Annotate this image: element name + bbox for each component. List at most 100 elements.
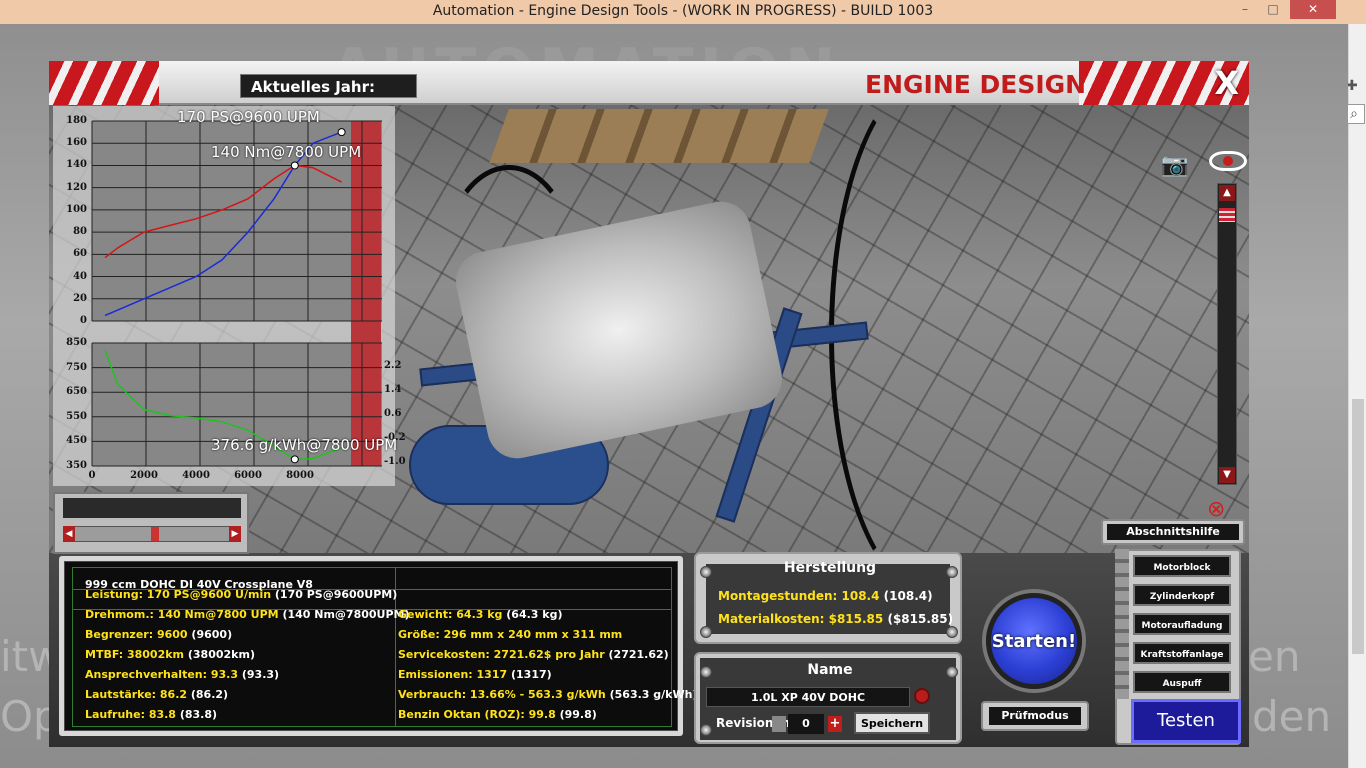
stat-prev-value: (1317) — [510, 668, 552, 681]
stat-row-left: Leistung: 170 PS@9600 U/min (170 PS@9600… — [85, 588, 397, 601]
window-titlebar: Automation - Engine Design Tools - (WORK… — [0, 0, 1366, 24]
x-tick-label: 4000 — [182, 470, 210, 481]
wooden-pallet — [489, 109, 829, 163]
series-line — [104, 164, 342, 259]
engine-name-input[interactable]: 1.0L XP 40V DOHC — [706, 687, 910, 707]
stat-row-right: Emissionen: 1317 (1317) — [398, 668, 552, 681]
montagestunden-prev: (108.4) — [883, 589, 933, 603]
stat-prev-value: (2721.62) — [608, 648, 669, 661]
stat-prev-value: (9600) — [191, 628, 233, 641]
stat-prev-value: (170 PS@9600UPM) — [274, 588, 398, 601]
y-tick-label: 850 — [66, 337, 87, 348]
slider-knob[interactable] — [151, 527, 159, 541]
screw-icon — [946, 666, 958, 678]
stat-label: Begrenzer: 9600 — [85, 628, 188, 641]
revision-minus-button[interactable] — [772, 716, 786, 732]
y2-tick-label: 0.6 — [384, 408, 402, 419]
current-year-label: Aktuelles Jahr: 2013 — [240, 74, 417, 120]
y2-tick-label: -1.0 — [384, 456, 406, 467]
stat-label: Drehmom.: 140 Nm@7800 UPM — [85, 608, 279, 621]
y-tick-label: 40 — [73, 270, 87, 282]
camera-icon[interactable]: 📷 — [1161, 153, 1188, 178]
stat-row-right: Benzin Oktan (ROZ): 99.8 (99.8) — [398, 708, 597, 721]
y-tick-label: 0 — [80, 315, 87, 326]
testen-button[interactable]: Testen — [1131, 699, 1241, 743]
stats-screen: 999 ccm DOHC DI 40V Crossplane V8 Leistu… — [64, 561, 697, 731]
y-tick-label: 80 — [73, 226, 87, 238]
window-close-button[interactable]: ✕ — [1290, 0, 1336, 19]
y-tick-label: 550 — [66, 410, 87, 422]
zoom-thumb[interactable] — [1219, 208, 1235, 222]
stat-row-left: MTBF: 38002km (38002km) — [85, 648, 255, 661]
minimize-button[interactable]: – — [1232, 0, 1258, 19]
pruefmodus-label: Prüfmodus — [989, 707, 1081, 725]
x-tick-label: 6000 — [234, 470, 262, 481]
montagestunden-label: Montagestunden: 108.4 — [718, 589, 880, 603]
maximize-button[interactable]: □ — [1260, 0, 1286, 19]
stat-label: Lautstärke: 86.2 — [85, 688, 188, 701]
stat-row-right: Verbrauch: 13.66% - 563.3 g/kWh (563.3 g… — [398, 688, 697, 701]
stat-label: Laufruhe: 83.8 — [85, 708, 176, 721]
y-tick-label: 120 — [66, 181, 87, 193]
screw-icon — [700, 724, 712, 736]
materialkosten-row: Materialkosten: $815.85 ($815.85) — [718, 612, 953, 626]
y-tick-label: 60 — [73, 248, 87, 260]
zoom-up-button[interactable]: ▲ — [1219, 185, 1235, 201]
eye-icon[interactable] — [1209, 151, 1247, 171]
start-button[interactable]: Starten! — [986, 593, 1082, 689]
stat-label: Verbrauch: 13.66% - 563.3 g/kWh — [398, 688, 606, 701]
section-motorblock-button[interactable]: Motorblock — [1133, 555, 1231, 577]
y-tick-label: 100 — [66, 203, 87, 215]
engine-design-window: ENGINE DESIGN X Aktuelles Jahr: 2013 📷 ▲… — [49, 61, 1249, 747]
stat-row-right: Gewicht: 64.3 kg (64.3 kg) — [398, 608, 562, 621]
y-tick-label: 450 — [66, 435, 87, 447]
materialkosten-label: Materialkosten: $815.85 — [718, 612, 884, 626]
stat-label: Leistung: 170 PS@9600 U/min — [85, 588, 272, 601]
stat-prev-value: (64.3 kg) — [506, 608, 563, 621]
stat-prev-value: (563.3 g/kWh) — [609, 688, 698, 701]
scrollbar-thumb[interactable] — [1352, 399, 1364, 654]
stat-row-left: Begrenzer: 9600 (9600) — [85, 628, 232, 641]
screw-icon — [700, 666, 712, 678]
section-zylinderkopf-button[interactable]: Zylinderkopf — [1133, 584, 1231, 606]
y-tick-label: 750 — [66, 361, 87, 373]
name-title: Name — [807, 662, 853, 678]
stat-row-left: Ansprechverhalten: 93.3 (93.3) — [85, 668, 279, 681]
stat-label: Emissionen: 1317 — [398, 668, 508, 681]
stat-prev-value: (83.8) — [179, 708, 218, 721]
stat-label: Servicekosten: 2721.62$ pro Jahr — [398, 648, 605, 661]
pruefmodus-button[interactable]: Prüfmodus — [981, 701, 1089, 731]
header-stripes-left — [49, 61, 159, 105]
stat-label: Benzin Oktan (ROZ): 99.8 — [398, 708, 556, 721]
zoom-down-button[interactable]: ▼ — [1219, 467, 1235, 483]
delete-name-icon[interactable] — [914, 688, 930, 704]
stat-prev-value: (86.2) — [190, 688, 229, 701]
x-tick-label: 8000 — [286, 470, 314, 481]
save-button[interactable]: Speichern — [854, 712, 930, 734]
abschnittshilfe-button[interactable]: Abschnittshilfe — [1101, 519, 1245, 545]
y2-tick-label: 2.2 — [384, 360, 402, 371]
stat-label: Gewicht: 64.3 kg — [398, 608, 503, 621]
consumption-annotation: 376.6 g/kWh@7800 UPM — [211, 436, 398, 454]
section-motoraufladung-button[interactable]: Motoraufladung — [1133, 613, 1231, 635]
engine-stats-panel: 999 ccm DOHC DI 40V Crossplane V8 Leistu… — [59, 556, 697, 736]
stat-row-left: Drehmom.: 140 Nm@7800 UPM (140 Nm@7800UP… — [85, 608, 410, 621]
section-auspuff-button[interactable]: Auspuff — [1133, 671, 1231, 693]
view-zoom-scroll[interactable]: ▲ ▼ — [1217, 183, 1237, 485]
stat-row-right: Größe: 296 mm x 240 mm x 311 mm — [398, 628, 622, 641]
start-button-label: Starten! — [991, 631, 1077, 652]
herstellung-title: Herstellung — [783, 560, 877, 576]
stat-label: Ansprechverhalten: 93.3 — [85, 668, 239, 681]
peak-torque-marker — [290, 161, 299, 170]
screw-icon — [946, 566, 958, 578]
revision-plus-button[interactable]: + — [828, 716, 842, 732]
name-panel: Name 1.0L XP 40V DOHC Revisionen 0 + Spe… — [694, 652, 962, 744]
stat-row-left: Lautstärke: 86.2 (86.2) — [85, 688, 228, 701]
slider-left-arrow[interactable]: ◀ — [63, 526, 75, 542]
montagestunden-row: Montagestunden: 108.4 (108.4) — [718, 589, 933, 603]
slider-right-arrow[interactable]: ▶ — [229, 526, 241, 542]
screw-icon — [700, 566, 712, 578]
page-scrollbar[interactable] — [1348, 24, 1366, 768]
section-kraftstoffanlage-button[interactable]: Kraftstoffanlage — [1133, 642, 1231, 664]
engine-design-close-button[interactable]: X — [1214, 64, 1239, 102]
